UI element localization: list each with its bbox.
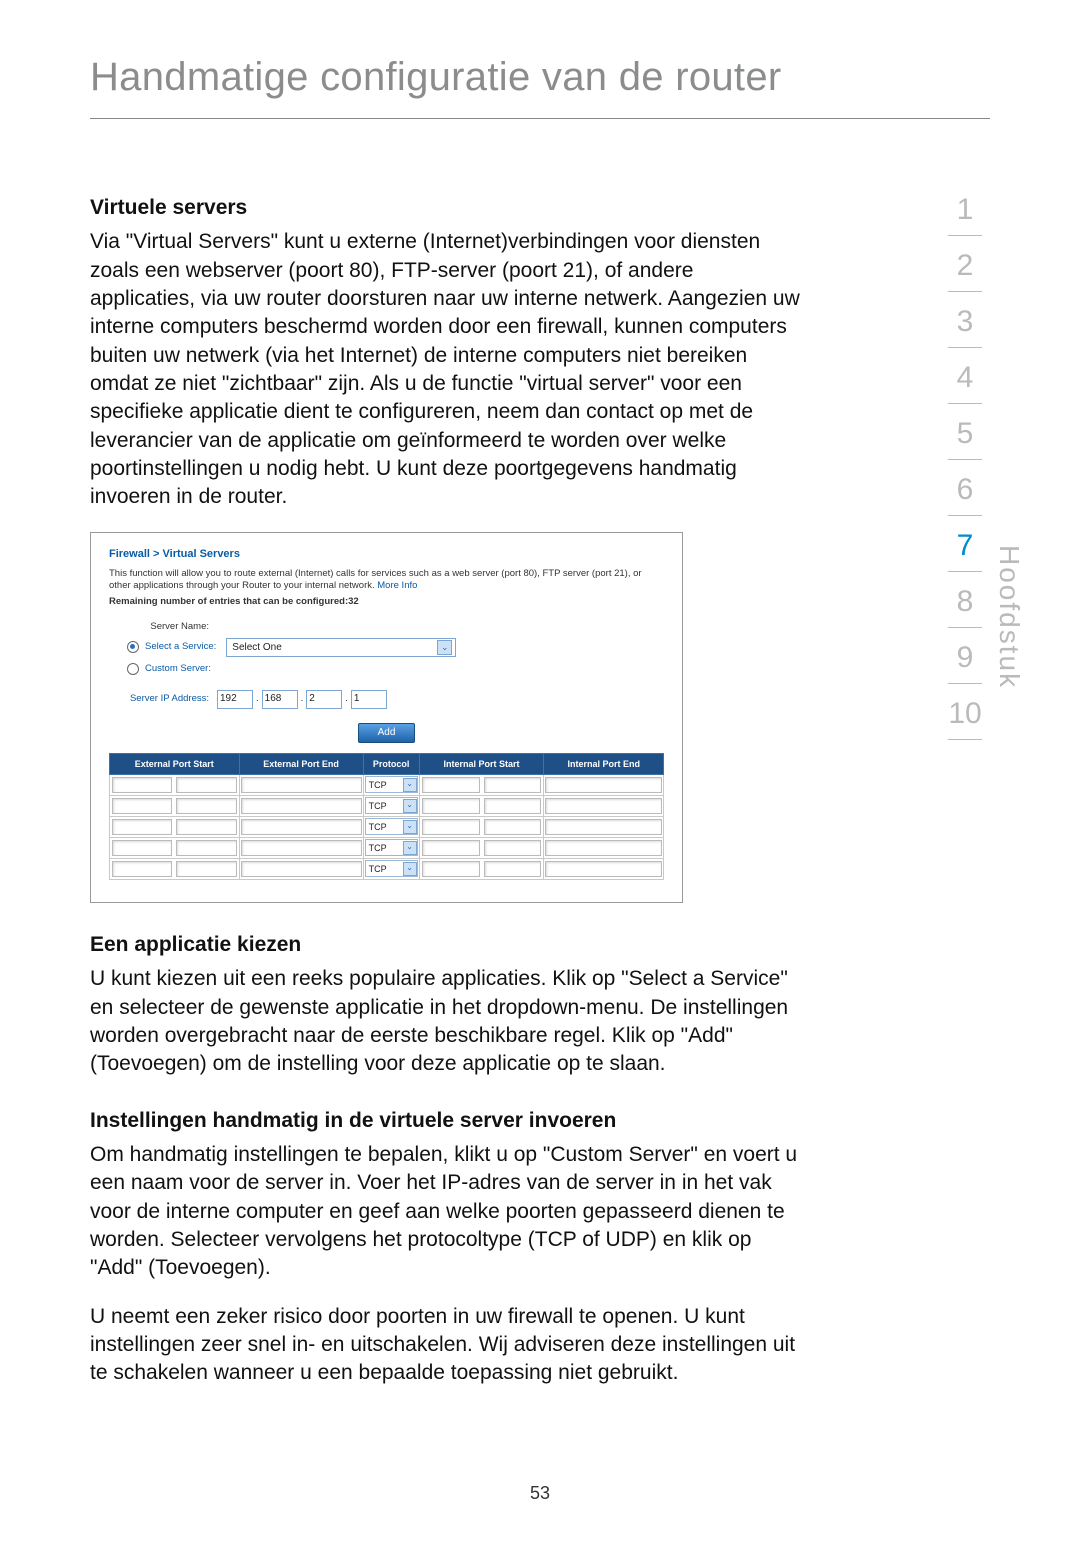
ext-start-field[interactable] xyxy=(176,840,236,856)
int-start-field[interactable] xyxy=(484,840,542,856)
ip-octet-4[interactable]: 1 xyxy=(351,690,387,709)
table-row: TCP⌄ xyxy=(110,858,664,879)
content: Virtuele servers Via "Virtual Servers" k… xyxy=(90,194,800,1388)
table-row: TCP⌄ xyxy=(110,837,664,858)
ext-end-field[interactable] xyxy=(241,840,362,856)
add-button[interactable]: Add xyxy=(358,723,415,743)
int-start-field[interactable] xyxy=(422,840,480,856)
section-manual-body1: Om handmatig instellingen te bepalen, kl… xyxy=(90,1141,800,1283)
chapter-6[interactable]: 6 xyxy=(935,460,995,515)
more-info-link[interactable]: More Info xyxy=(377,580,417,591)
breadcrumb: Firewall > Virtual Servers xyxy=(109,547,664,562)
chapter-1[interactable]: 1 xyxy=(935,180,995,235)
server-ip-label: Server IP Address: xyxy=(109,693,217,706)
router-admin-panel: Firewall > Virtual Servers This function… xyxy=(90,532,683,903)
section-choose-app-body: U kunt kiezen uit een reeks populaire ap… xyxy=(90,965,800,1078)
section-virtual-servers-body: Via "Virtual Servers" kunt u externe (In… xyxy=(90,228,800,511)
int-start-field[interactable] xyxy=(422,819,480,835)
ext-end-field[interactable] xyxy=(241,819,362,835)
ext-start-field[interactable] xyxy=(176,819,236,835)
int-start-field[interactable] xyxy=(422,861,480,877)
protocol-dropdown[interactable]: TCP⌄ xyxy=(365,797,418,814)
select-service-value: Select One xyxy=(232,641,281,655)
ext-start-field[interactable] xyxy=(176,777,236,793)
chapter-nav: 1 2 3 4 5 6 7 8 9 10 xyxy=(935,180,995,740)
ext-start-field[interactable] xyxy=(176,861,236,877)
chapter-7[interactable]: 7 xyxy=(935,516,995,571)
chapter-label: Hoofdstuk xyxy=(993,545,1025,689)
ip-octet-2[interactable]: 168 xyxy=(262,690,298,709)
port-table: External Port Start External Port End Pr… xyxy=(109,753,664,880)
col-int-end: Internal Port End xyxy=(544,753,664,774)
chevron-down-icon: ⌄ xyxy=(403,820,417,834)
chapter-4[interactable]: 4 xyxy=(935,348,995,403)
ext-start-field[interactable] xyxy=(112,840,172,856)
int-start-field[interactable] xyxy=(422,798,480,814)
page: Handmatige configuratie van de router 1 … xyxy=(0,0,1080,1542)
chevron-down-icon: ⌄ xyxy=(403,841,417,855)
panel-description: This function will allow you to route ex… xyxy=(109,568,664,594)
ext-start-field[interactable] xyxy=(112,819,172,835)
col-ext-start: External Port Start xyxy=(110,753,240,774)
remaining-entries: Remaining number of entries that can be … xyxy=(109,596,664,609)
chapter-2[interactable]: 2 xyxy=(935,236,995,291)
ext-end-field[interactable] xyxy=(241,777,362,793)
custom-server-label: Custom Server: xyxy=(145,663,219,676)
int-end-field[interactable] xyxy=(545,819,662,835)
table-row: TCP⌄ xyxy=(110,816,664,837)
page-number: 53 xyxy=(0,1483,1080,1504)
section-virtual-servers-title: Virtuele servers xyxy=(90,194,800,222)
select-service-label: Select a Service: xyxy=(145,641,226,654)
int-start-field[interactable] xyxy=(484,861,542,877)
section-manual-body2: U neemt een zeker risico door poorten in… xyxy=(90,1303,800,1388)
select-service-radio[interactable] xyxy=(127,641,139,653)
chevron-down-icon: ⌄ xyxy=(403,799,417,813)
ip-octet-1[interactable]: 192 xyxy=(217,690,253,709)
chevron-down-icon: ⌄ xyxy=(437,640,452,655)
col-ext-end: External Port End xyxy=(239,753,363,774)
chapter-8[interactable]: 8 xyxy=(935,572,995,627)
table-row: TCP⌄ xyxy=(110,795,664,816)
int-start-field[interactable] xyxy=(422,777,480,793)
custom-server-radio[interactable] xyxy=(127,663,139,675)
protocol-dropdown[interactable]: TCP⌄ xyxy=(365,776,418,793)
table-row: TCP⌄ xyxy=(110,774,664,795)
protocol-dropdown[interactable]: TCP⌄ xyxy=(365,818,418,835)
int-start-field[interactable] xyxy=(484,819,542,835)
ext-end-field[interactable] xyxy=(241,861,362,877)
server-name-label: Server Name: xyxy=(109,621,217,634)
int-end-field[interactable] xyxy=(545,861,662,877)
chapter-3[interactable]: 3 xyxy=(935,292,995,347)
ext-start-field[interactable] xyxy=(112,861,172,877)
page-title: Handmatige configuratie van de router xyxy=(90,55,990,118)
section-choose-app-title: Een applicatie kiezen xyxy=(90,931,800,959)
select-service-dropdown[interactable]: Select One ⌄ xyxy=(226,638,456,657)
ext-start-field[interactable] xyxy=(112,777,172,793)
header-rule xyxy=(90,118,990,119)
ip-octet-3[interactable]: 2 xyxy=(306,690,342,709)
int-start-field[interactable] xyxy=(484,777,542,793)
panel-description-text: This function will allow you to route ex… xyxy=(109,568,642,592)
chevron-down-icon: ⌄ xyxy=(403,862,417,876)
protocol-dropdown[interactable]: TCP⌄ xyxy=(365,860,418,877)
protocol-dropdown[interactable]: TCP⌄ xyxy=(365,839,418,856)
col-protocol: Protocol xyxy=(363,753,419,774)
chapter-10[interactable]: 10 xyxy=(935,684,995,739)
col-int-start: Internal Port Start xyxy=(419,753,544,774)
chapter-9[interactable]: 9 xyxy=(935,628,995,683)
ext-end-field[interactable] xyxy=(241,798,362,814)
chevron-down-icon: ⌄ xyxy=(403,778,417,792)
int-end-field[interactable] xyxy=(545,798,662,814)
section-manual-title: Instellingen handmatig in de virtuele se… xyxy=(90,1107,800,1135)
int-end-field[interactable] xyxy=(545,777,662,793)
ext-start-field[interactable] xyxy=(112,798,172,814)
int-end-field[interactable] xyxy=(545,840,662,856)
int-start-field[interactable] xyxy=(484,798,542,814)
ext-start-field[interactable] xyxy=(176,798,236,814)
chapter-5[interactable]: 5 xyxy=(935,404,995,459)
